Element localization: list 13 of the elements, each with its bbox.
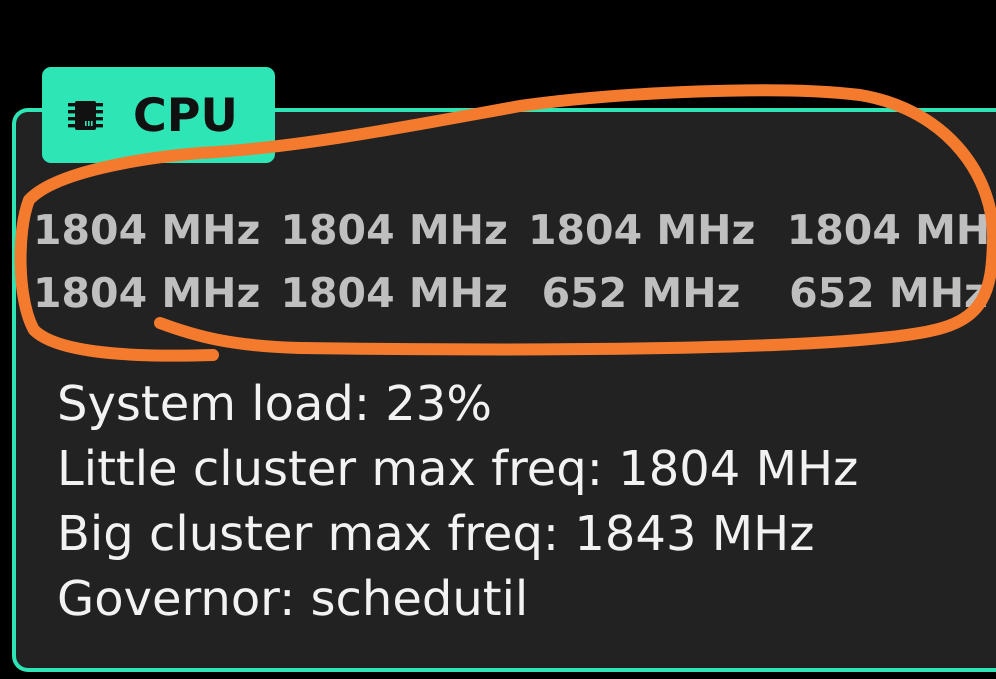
frequency-value: 1804 MHz <box>280 268 506 319</box>
frequency-value: 1804 MHz <box>528 205 754 256</box>
stat-line: Governor: schedutil <box>57 570 530 629</box>
stat-line: Big cluster max freq: 1843 MHz <box>57 505 816 564</box>
chip-icon <box>68 100 103 130</box>
frequency-value: 1804 MH <box>786 205 992 256</box>
frequency-value: 1804 MHz <box>280 205 506 256</box>
stat-line: System load: 23% <box>57 375 493 434</box>
panel-title: CPU <box>133 87 238 143</box>
stat-line: Little cluster max freq: 1804 MHz <box>57 440 860 499</box>
frequency-value: 1804 MHz <box>33 268 259 319</box>
frequency-value: 652 MHz <box>540 268 742 319</box>
frequency-value: 1804 MHz <box>33 205 259 256</box>
